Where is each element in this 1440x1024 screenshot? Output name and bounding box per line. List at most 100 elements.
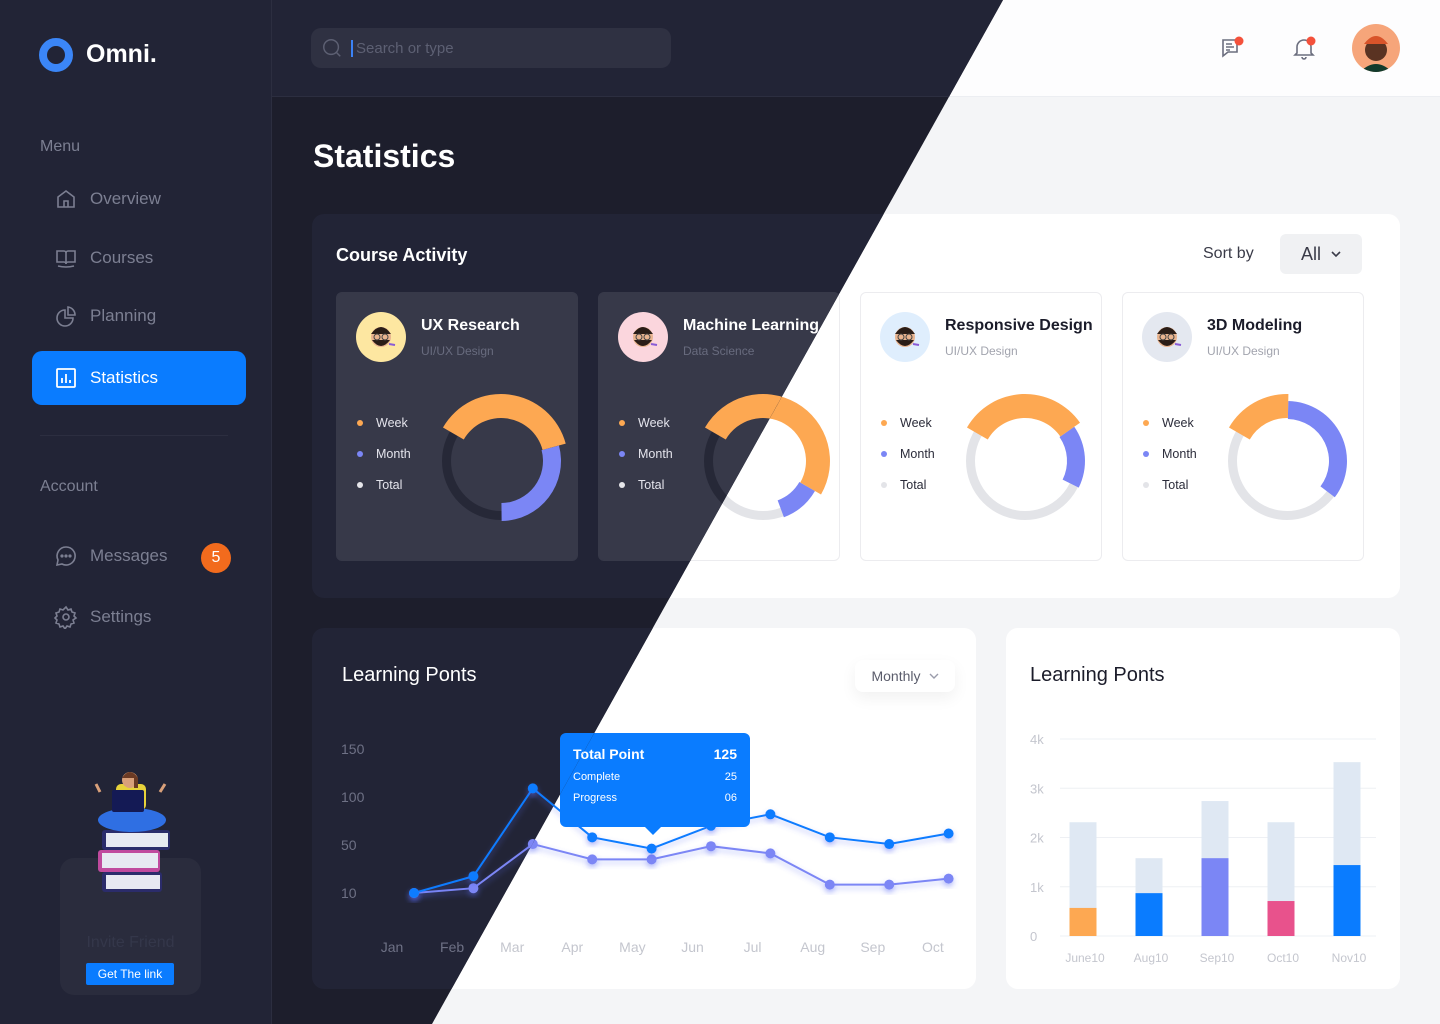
sidebar-item-label: Messages	[90, 546, 168, 565]
bar-value[interactable]	[1201, 858, 1229, 936]
line-point[interactable]	[884, 879, 895, 890]
line-point[interactable]	[587, 854, 598, 865]
divider	[40, 435, 228, 436]
line-point[interactable]	[884, 839, 895, 850]
line-point[interactable]	[646, 854, 657, 865]
line-point[interactable]	[468, 871, 479, 882]
y-tick-label: 1k	[1030, 880, 1044, 895]
chevron-down-icon	[1331, 251, 1341, 258]
course-avatar	[880, 312, 930, 362]
line-point[interactable]	[409, 888, 419, 898]
x-tick-label: Jun	[681, 939, 704, 955]
tooltip-value: 25	[724, 771, 737, 783]
line-point[interactable]	[943, 873, 954, 884]
line-point[interactable]	[765, 848, 776, 859]
donut-chart	[966, 394, 1085, 520]
legend-month: Month	[1143, 447, 1197, 461]
bar-value[interactable]	[1333, 865, 1361, 936]
bar-value[interactable]	[1135, 893, 1163, 936]
bar-chart-icon	[56, 368, 76, 388]
get-link-button[interactable]: Get The link	[86, 963, 174, 985]
course-card[interactable]: 3D Modeling UI/UX Design Week Month Tota…	[1122, 292, 1364, 561]
course-name: UX Research	[421, 317, 520, 334]
donut-chart	[1228, 394, 1347, 520]
y-tick-label: 50	[341, 837, 357, 853]
legend-total: Total	[1143, 478, 1188, 492]
sort-value: All	[1300, 243, 1321, 264]
y-tick-label: 3k	[1030, 781, 1044, 796]
x-tick-label: June10	[1065, 951, 1105, 965]
line-point[interactable]	[824, 832, 835, 843]
sort-by-label: Sort by	[1203, 245, 1254, 262]
course-card[interactable]: Responsive Design UI/UX Design Week Mont…	[860, 292, 1102, 561]
logo-icon	[39, 38, 73, 72]
sidebar-item-label: Planning	[90, 306, 157, 325]
messages-badge: 5	[201, 543, 231, 573]
x-tick-label: Mar	[500, 939, 524, 955]
legend-week: Week	[881, 416, 932, 430]
sidebar-item-statistics[interactable]: Statistics	[32, 351, 246, 405]
tooltip-label: Complete	[573, 771, 621, 783]
legend-total: Total	[619, 478, 664, 492]
course-avatar	[618, 312, 668, 362]
line-point[interactable]	[943, 828, 954, 839]
search-input[interactable]	[351, 39, 651, 57]
x-tick-label: Feb	[440, 939, 464, 955]
line-point[interactable]	[468, 883, 479, 894]
gear-icon	[54, 605, 78, 629]
x-tick-label: Oct	[922, 939, 944, 955]
course-name: 3D Modeling	[1207, 317, 1303, 334]
learning-points-bar-panel: Learning Ponts 01k2k3k4kJune10Aug10Sep10…	[1006, 628, 1400, 989]
sidebar-item-settings[interactable]: Settings	[32, 590, 246, 644]
tooltip-label: Progress	[573, 792, 618, 804]
home-icon	[57, 190, 75, 208]
legend-month: Month	[357, 447, 411, 461]
line-point[interactable]	[587, 832, 598, 843]
messages-icon[interactable]	[1217, 33, 1247, 63]
x-tick-label: Jul	[744, 939, 762, 955]
search-bar[interactable]	[311, 28, 671, 68]
course-category: UI/UX Design	[1207, 344, 1280, 358]
course-category: UI/UX Design	[421, 344, 494, 358]
bar-value[interactable]	[1069, 907, 1097, 936]
sidebar-item-label: Statistics	[90, 368, 159, 387]
sidebar-item-label: Settings	[90, 607, 152, 626]
y-tick-label: 4k	[1030, 732, 1044, 747]
donut-month-arc	[1287, 401, 1347, 498]
x-tick-label: Nov10	[1332, 951, 1367, 965]
course-category: UI/UX Design	[945, 344, 1018, 358]
bar-chart: 0 1k 2k 3k 4k June10 Aug10 Sep10 Oct10 Nov10	[1030, 732, 1376, 965]
legend-week: Week	[619, 416, 670, 430]
sidebar: Omni. Menu Overview Courses Planning Sta…	[0, 0, 272, 1024]
bar-value[interactable]	[1267, 901, 1295, 936]
x-tick-label: Jan	[381, 939, 404, 955]
x-tick-label: Aug10	[1134, 951, 1169, 965]
page-title: Statistics	[313, 138, 456, 174]
y-tick-label: 10	[341, 885, 357, 901]
legend-month: Month	[881, 447, 935, 461]
y-tick-label: 150	[341, 741, 365, 757]
sidebar-item-overview[interactable]: Overview	[32, 172, 246, 226]
line-point[interactable]	[765, 809, 776, 820]
sidebar-item-courses[interactable]: Courses	[32, 231, 246, 285]
line-point[interactable]	[646, 843, 657, 854]
line-point[interactable]	[824, 879, 835, 890]
line-point[interactable]	[706, 841, 716, 852]
y-tick-label: 0	[1030, 929, 1037, 944]
donut-month-arc	[1059, 426, 1085, 488]
legend-week: Week	[1143, 416, 1194, 430]
line-point[interactable]	[527, 783, 538, 794]
book-icon	[56, 250, 76, 268]
bell-icon[interactable]	[1289, 33, 1319, 63]
sort-dropdown[interactable]: All	[1280, 234, 1362, 274]
course-name: Responsive Design	[945, 317, 1093, 334]
reading-illustration	[94, 772, 170, 892]
y-tick-label: 100	[341, 789, 365, 805]
course-activity-title: Course Activity	[336, 245, 468, 265]
brand-name: Omni.	[86, 40, 157, 68]
course-card[interactable]: UX Research UI/UX Design Week Month Tota…	[336, 292, 578, 561]
x-tick-label: May	[619, 939, 645, 955]
sidebar-item-planning[interactable]: Planning	[32, 289, 246, 343]
user-avatar[interactable]	[1352, 24, 1400, 72]
course-category: Data Science	[683, 344, 755, 358]
